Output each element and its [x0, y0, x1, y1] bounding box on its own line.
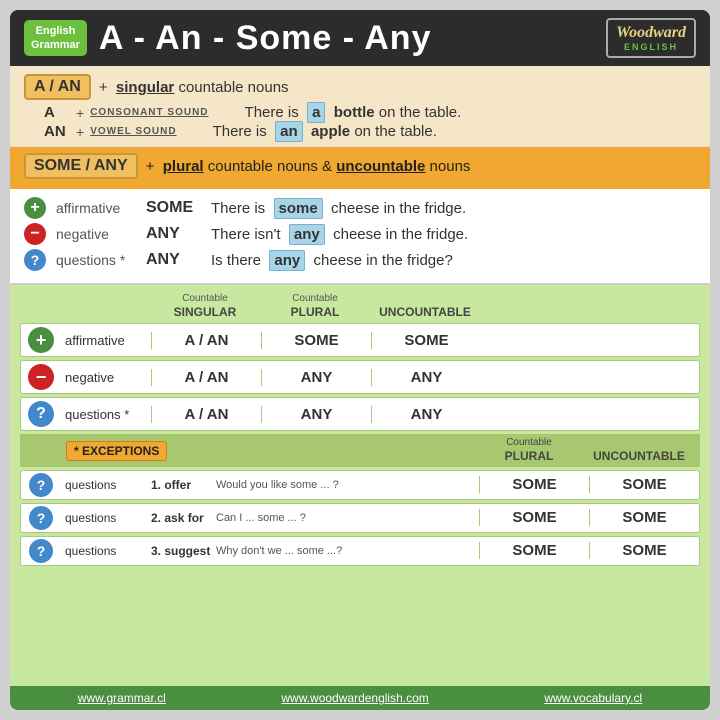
minus-icon: − — [24, 223, 46, 245]
exc-example-2: Can I ... some ... ? — [216, 512, 479, 524]
bullet-example-any-neg: There isn't any cheese in the fridge. — [211, 226, 468, 243]
table-row-questions: ? questions * A / AN ANY ANY — [20, 397, 700, 431]
exc-val-plural-2: SOME — [479, 509, 589, 526]
bullet-word-some: SOME — [146, 199, 201, 217]
header: English Grammar A - An - Some - Any Wood… — [10, 10, 710, 66]
highlight-any-neg: any — [289, 224, 325, 245]
row-val-plural-aff: SOME — [261, 332, 371, 349]
exception-row-ask: ? questions 2. ask for Can I ... some ..… — [20, 503, 700, 533]
row-val-singular-q: A / AN — [151, 406, 261, 423]
some-any-title-row: SOME / ANY + plural countable nouns & un… — [24, 153, 696, 179]
exc-num-1: 1. offer — [151, 478, 216, 492]
exceptions-badge: * EXCEPTIONS — [66, 441, 167, 461]
exc-type-3: questions — [61, 544, 151, 558]
tag-a-an: A / AN — [24, 74, 91, 100]
section-a-an: A / AN + singular countable nouns A + CO… — [10, 66, 710, 147]
some-any-desc: + plural countable nouns & uncountable n… — [146, 158, 471, 175]
row-icon-q: ? — [21, 401, 61, 427]
row-icon-plus: + — [21, 327, 61, 353]
bullet-type-affirmative: affirmative — [56, 200, 136, 216]
bullet-row-negative: − negative ANY There isn't any cheese in… — [24, 223, 696, 245]
col-header-singular: Countable SINGULAR — [150, 293, 260, 319]
row-icon-minus: − — [21, 364, 61, 390]
highlight-any-q: any — [269, 250, 305, 271]
highlight-an: an — [275, 121, 303, 142]
row-val-singular-aff: A / AN — [151, 332, 261, 349]
english-grammar-badge: English Grammar — [24, 20, 87, 57]
woodward-logo-text: Woodward — [616, 24, 686, 42]
exc-val-uncountable-2: SOME — [589, 509, 699, 526]
table-column-headers: Countable SINGULAR Countable PLURAL UNCO… — [20, 293, 700, 319]
bullets-section: + affirmative SOME There is some cheese … — [10, 189, 710, 285]
tag-some-any: SOME / ANY — [24, 153, 138, 179]
exc-val-plural-1: SOME — [479, 476, 589, 493]
bullet-row-questions: ? questions * ANY Is there any cheese in… — [24, 249, 696, 271]
row-label-negative: negative — [61, 370, 151, 385]
bullet-example-some: There is some cheese in the fridge. — [211, 200, 466, 217]
consonant-sound-label: CONSONANT SOUND — [90, 107, 208, 118]
exc-type-1: questions — [61, 478, 151, 492]
main-container: English Grammar A - An - Some - Any Wood… — [0, 0, 720, 720]
exc-val-uncountable-3: SOME — [589, 542, 699, 559]
exc-col-uncountable: UNCOUNTABLE — [584, 437, 694, 463]
footer: www.grammar.cl www.woodwardenglish.com w… — [10, 686, 710, 710]
question-icon: ? — [24, 249, 46, 271]
plus-icon: + — [24, 197, 46, 219]
an-label: AN — [44, 123, 70, 140]
vowel-sound-label: VOWEL SOUND — [90, 126, 176, 137]
table-row-negative: − negative A / AN ANY ANY — [20, 360, 700, 394]
row-a-example: There is a bottle on the table. — [245, 104, 462, 121]
row-val-uncountable-aff: SOME — [371, 332, 481, 349]
a-an-rows: A + CONSONANT SOUND There is a bottle on… — [24, 104, 696, 140]
col-header-uncountable: UNCOUNTABLE — [370, 293, 480, 319]
table-section: Countable SINGULAR Countable PLURAL UNCO… — [10, 285, 710, 686]
row-an-example: There is an apple on the table. — [213, 123, 437, 140]
row-label-affirmative: affirmative — [61, 333, 151, 348]
exc-icon-q1: ? — [21, 473, 61, 497]
content-area: A / AN + singular countable nouns A + CO… — [10, 66, 710, 686]
footer-link-2[interactable]: www.woodwardenglish.com — [281, 691, 428, 705]
a-an-desc: + singular countable nouns — [99, 79, 289, 96]
bullet-row-affirmative: + affirmative SOME There is some cheese … — [24, 197, 696, 219]
exc-num-3: 3. suggest — [151, 544, 216, 558]
exc-example-3: Why don't we ... some ...? — [216, 545, 479, 557]
a-label: A — [44, 104, 70, 121]
footer-link-3[interactable]: www.vocabulary.cl — [544, 691, 642, 705]
main-title: A - An - Some - Any — [99, 19, 594, 58]
exc-icon-q2: ? — [21, 506, 61, 530]
row-val-uncountable-neg: ANY — [371, 369, 481, 386]
exc-col-plural: Countable PLURAL — [474, 437, 584, 463]
row-val-plural-neg: ANY — [261, 369, 371, 386]
a-an-title-row: A / AN + singular countable nouns — [24, 74, 696, 100]
row-val-plural-q: ANY — [261, 406, 371, 423]
row-val-singular-neg: A / AN — [151, 369, 261, 386]
highlight-a: a — [307, 102, 325, 123]
exc-num-2: 2. ask for — [151, 511, 216, 525]
footer-link-1[interactable]: www.grammar.cl — [78, 691, 166, 705]
exception-row-suggest: ? questions 3. suggest Why don't we ... … — [20, 536, 700, 566]
row-label-questions: questions * — [61, 407, 151, 422]
table-row-affirmative: + affirmative A / AN SOME SOME — [20, 323, 700, 357]
col-header-plural: Countable PLURAL — [260, 293, 370, 319]
row-val-uncountable-q: ANY — [371, 406, 481, 423]
bullet-word-any-neg: ANY — [146, 225, 201, 243]
bullet-example-any-q: Is there any cheese in the fridge? — [211, 252, 453, 269]
exc-val-plural-3: SOME — [479, 542, 589, 559]
woodward-logo: Woodward ENGLISH — [606, 18, 696, 58]
exceptions-bar: * EXCEPTIONS Countable PLURAL UNCOUNTABL… — [20, 434, 700, 466]
highlight-some: some — [274, 198, 323, 219]
woodward-logo-sub: ENGLISH — [616, 42, 686, 52]
exc-type-2: questions — [61, 511, 151, 525]
exc-icon-q3: ? — [21, 539, 61, 563]
row-an: AN + VOWEL SOUND There is an apple on th… — [44, 123, 696, 140]
section-some-any: SOME / ANY + plural countable nouns & un… — [10, 147, 710, 189]
bullet-type-questions: questions * — [56, 252, 136, 268]
exception-row-offer: ? questions 1. offer Would you like some… — [20, 470, 700, 500]
bullet-type-negative: negative — [56, 226, 136, 242]
row-a: A + CONSONANT SOUND There is a bottle on… — [44, 104, 696, 121]
bullet-word-any-q: ANY — [146, 251, 201, 269]
exc-example-1: Would you like some ... ? — [216, 479, 479, 491]
exceptions-col-headers: Countable PLURAL UNCOUNTABLE — [474, 437, 694, 463]
exc-val-uncountable-1: SOME — [589, 476, 699, 493]
